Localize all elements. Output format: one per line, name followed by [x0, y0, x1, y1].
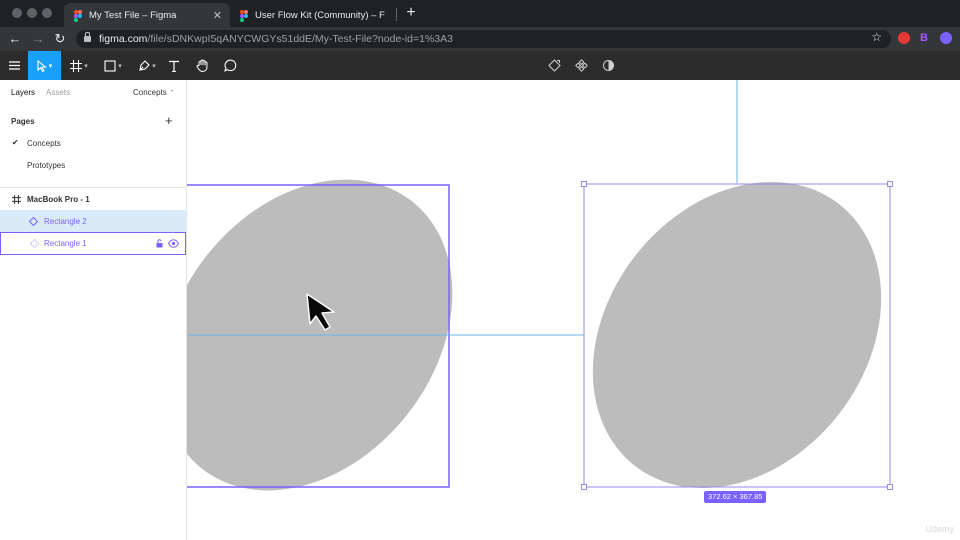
lock-icon — [84, 32, 91, 43]
mask-contrast-icon[interactable] — [599, 51, 617, 80]
page-item-concepts[interactable]: ✔ Concepts — [0, 134, 186, 154]
new-tab-button[interactable]: + — [403, 5, 419, 21]
pen-icon — [139, 59, 151, 71]
extension-shield-icon[interactable] — [898, 32, 910, 44]
text-t-icon — [169, 60, 179, 72]
tab-assets[interactable]: Assets — [46, 88, 70, 97]
panel-tabs: Layers Assets Concepts ⌃ — [0, 80, 186, 106]
figma-logo-icon — [240, 9, 248, 22]
dimension-label: 372.62 × 367.85 — [704, 491, 767, 503]
resize-handle-bottom-right[interactable] — [887, 484, 893, 490]
browser-address-bar: ← → ↻ figma.com/file/sDNKwpI5qANYCWGYs51… — [0, 27, 960, 51]
instance-icon — [30, 239, 39, 248]
layer-frame-macbook[interactable]: MacBook Pro - 1 — [0, 188, 186, 210]
component-icon[interactable] — [572, 51, 590, 80]
app-window: My Test File – Figma ✕ User Flow Kit (Co… — [0, 0, 960, 540]
layer-name: Rectangle 2 — [44, 217, 87, 226]
frame-hash-icon — [70, 59, 83, 72]
layer-rectangle-2[interactable]: Rectangle 2 — [0, 210, 186, 232]
detach-instance-icon[interactable] — [545, 51, 563, 80]
chevron-down-icon: ▾ — [84, 62, 88, 70]
check-icon: ✔ — [12, 138, 19, 147]
chevron-up-icon: ⌃ — [169, 90, 175, 97]
tab-layers[interactable]: Layers — [11, 88, 35, 97]
layer-rectangle-1[interactable]: Rectangle 1 — [0, 232, 186, 255]
bookmark-star-icon[interactable]: ☆ — [871, 30, 882, 44]
pointer-icon — [37, 59, 47, 72]
comment-tool-button[interactable] — [220, 51, 240, 80]
layer-name: MacBook Pro - 1 — [27, 195, 90, 204]
frame-hash-icon — [12, 195, 21, 204]
window-minimize-dot[interactable] — [27, 8, 37, 18]
close-tab-icon[interactable]: ✕ — [213, 9, 222, 22]
window-zoom-dot[interactable] — [42, 8, 52, 18]
current-page-selector[interactable]: Concepts ⌃ — [133, 88, 175, 97]
window-close-dot[interactable] — [12, 8, 22, 18]
chevron-down-icon: ▾ — [152, 62, 156, 70]
rectangle-icon — [104, 59, 116, 72]
page-name: Prototypes — [27, 161, 66, 170]
comment-bubble-icon — [223, 59, 236, 72]
resize-handle-top-left[interactable] — [581, 181, 587, 187]
design-canvas[interactable]: 372.62 × 367.85 Udemy — [187, 80, 960, 540]
reload-icon[interactable]: ↻ — [52, 31, 68, 47]
browser-tab[interactable]: User Flow Kit (Community) – F — [230, 3, 396, 27]
main-menu-icon[interactable] — [0, 51, 28, 80]
move-tool-button[interactable]: ▾ — [28, 51, 61, 80]
url-path: /file/sDNKwpI5qANYCWGYs51ddE/My-Test-Fil… — [147, 33, 453, 45]
tab-title: User Flow Kit (Community) – F — [255, 9, 385, 21]
resize-handle-top-right[interactable] — [887, 181, 893, 187]
url-host: figma.com — [99, 33, 148, 45]
pages-header: Pages — [11, 117, 35, 126]
text-tool-button[interactable] — [164, 51, 184, 80]
eye-icon[interactable] — [168, 239, 179, 248]
tab-separator — [396, 8, 397, 21]
hand-icon — [196, 59, 207, 72]
component-diamond-icon — [29, 217, 38, 226]
frame-tool-button[interactable]: ▾ — [64, 51, 94, 80]
forward-arrow-icon[interactable]: → — [30, 31, 46, 47]
pen-tool-button[interactable]: ▾ — [132, 51, 162, 80]
back-arrow-icon[interactable]: ← — [7, 31, 23, 47]
shape-tool-button[interactable]: ▾ — [98, 51, 128, 80]
layer-name: Rectangle 1 — [44, 239, 87, 248]
canvas-artwork — [187, 80, 941, 540]
figma-logo-icon — [74, 9, 82, 22]
current-page-label: Concepts — [133, 88, 167, 97]
resize-handle-bottom-left[interactable] — [581, 484, 587, 490]
chevron-down-icon: ▾ — [48, 62, 53, 70]
lock-icon[interactable] — [156, 239, 164, 248]
tab-title: My Test File – Figma — [89, 9, 177, 21]
browser-tab-active[interactable]: My Test File – Figma ✕ — [64, 3, 230, 27]
extension-b-icon[interactable]: B — [918, 32, 930, 44]
layers-panel: Layers Assets Concepts ⌃ Pages + ✔ Conce… — [0, 80, 187, 540]
hand-tool-button[interactable] — [192, 51, 212, 80]
udemy-watermark: Udemy — [925, 524, 954, 534]
add-page-plus-icon[interactable]: + — [165, 113, 173, 128]
rectangle-1-shape[interactable] — [533, 125, 941, 540]
page-name: Concepts — [27, 139, 61, 148]
profile-avatar-icon[interactable] — [940, 32, 952, 44]
chevron-down-icon: ▾ — [118, 62, 122, 70]
browser-tab-bar: My Test File – Figma ✕ User Flow Kit (Co… — [0, 0, 960, 27]
url-field[interactable]: figma.com/file/sDNKwpI5qANYCWGYs51ddE/My… — [76, 30, 891, 48]
page-item-prototypes[interactable]: Prototypes — [0, 156, 186, 176]
figma-toolbar: ▾ ▾ ▾ ▾ — [0, 51, 960, 80]
